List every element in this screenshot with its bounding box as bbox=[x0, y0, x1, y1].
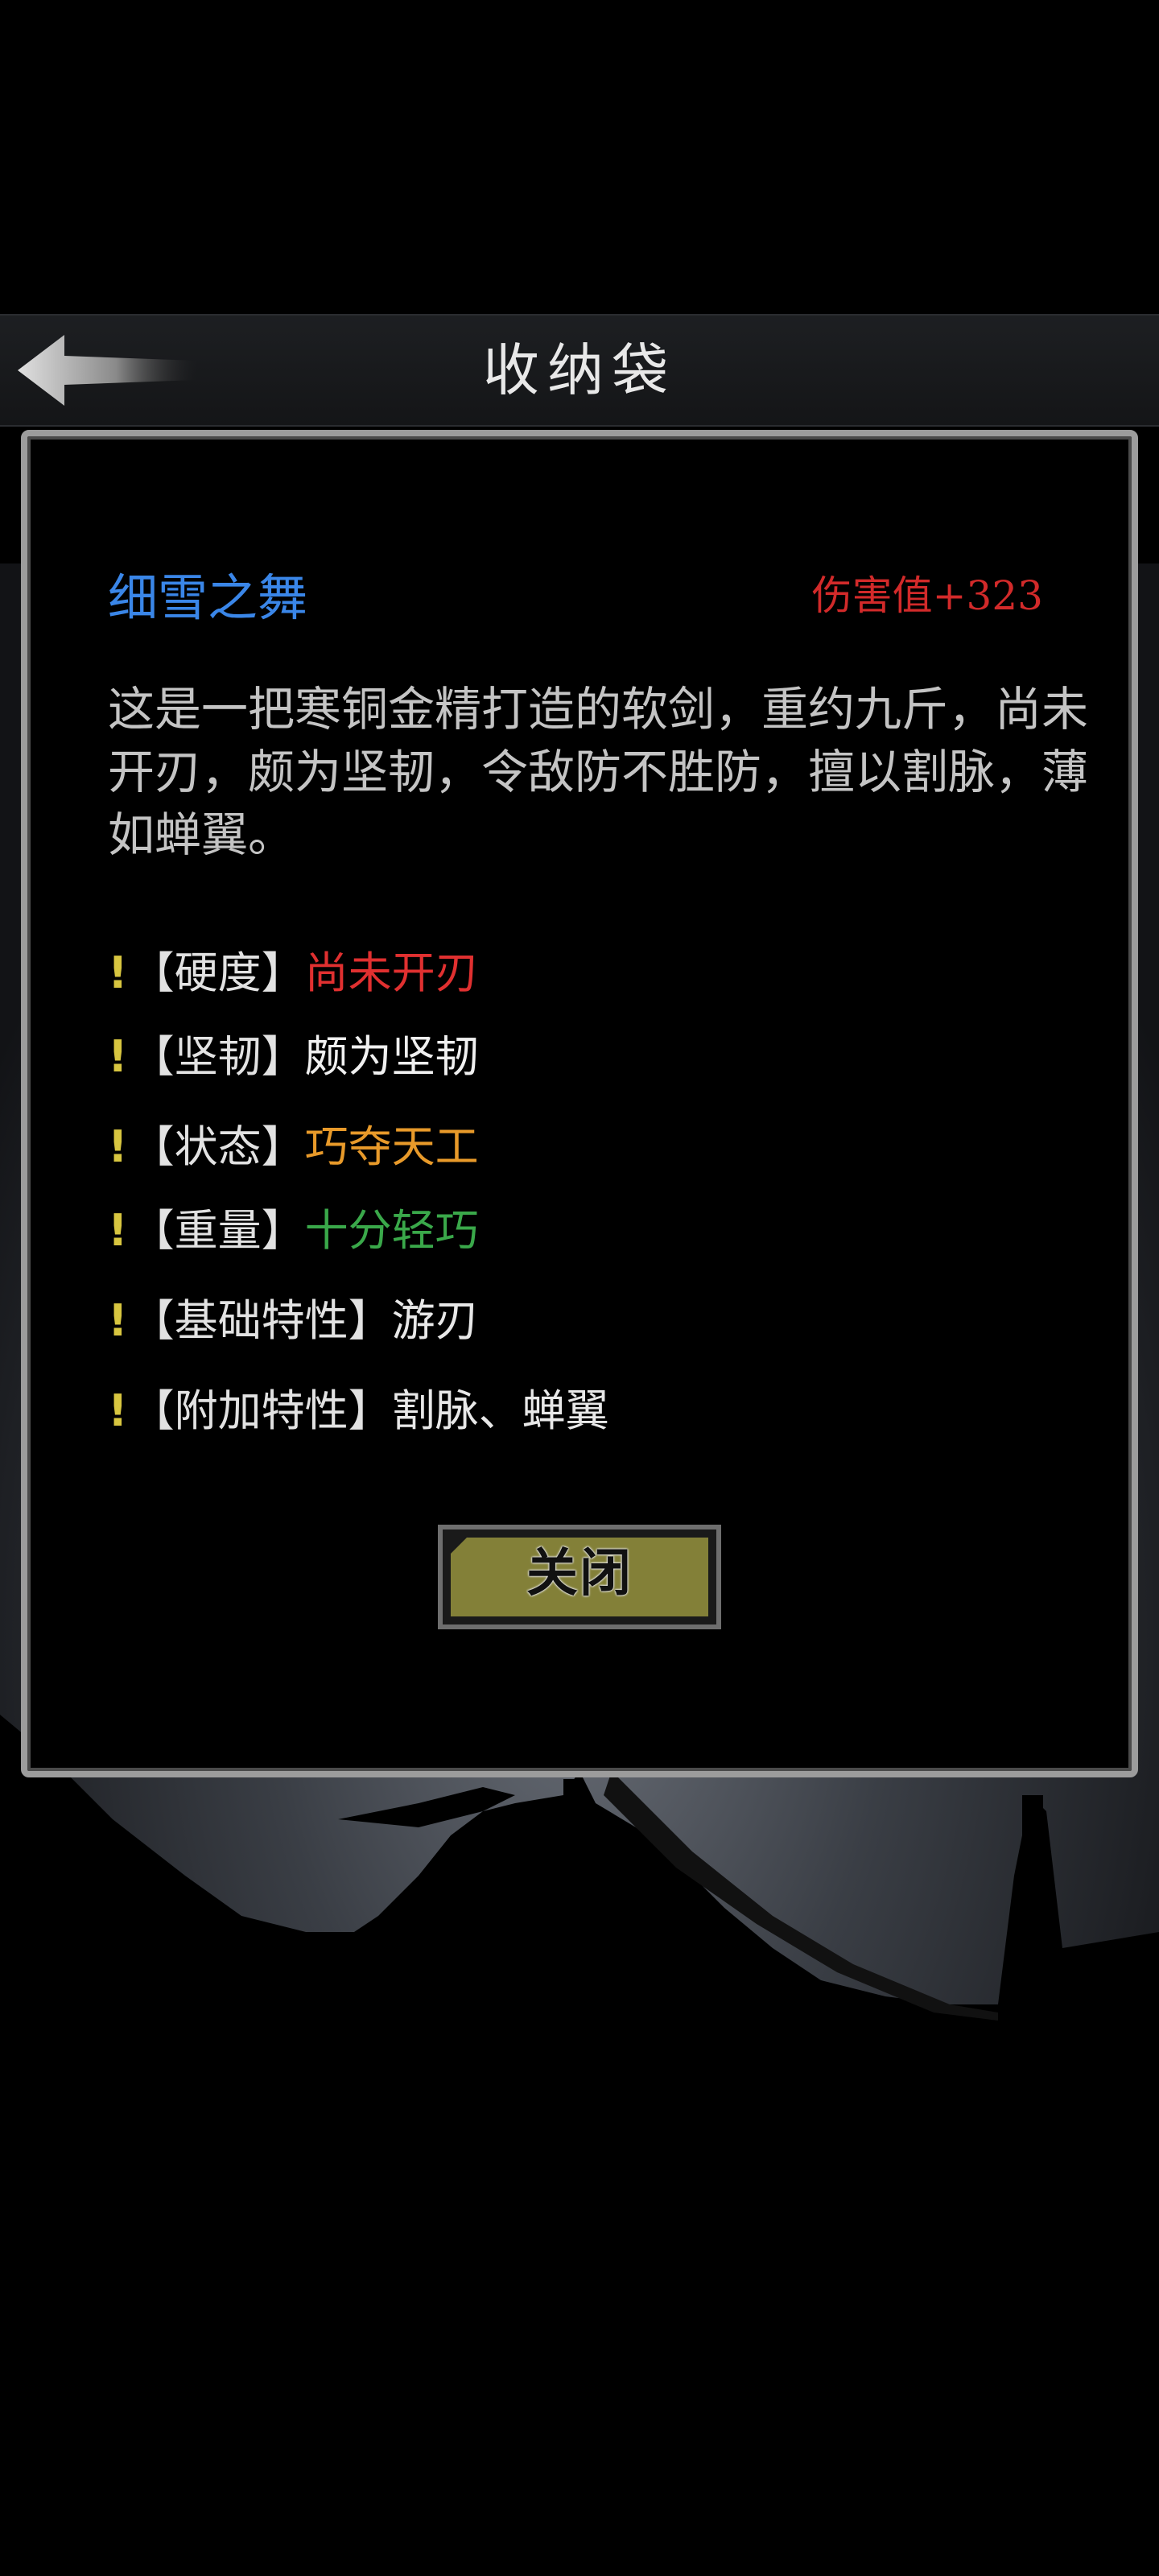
attribute-row-extra-trait: !【附加特性】割脉、蝉翼 bbox=[108, 1375, 609, 1439]
attribute-row-toughness: !【坚韧】颇为坚韧 bbox=[108, 1021, 479, 1084]
attribute-label: 【基础特性】 bbox=[130, 1295, 392, 1346]
page-title: 收纳袋 bbox=[483, 337, 676, 403]
close-button[interactable]: 关闭 bbox=[438, 1525, 721, 1629]
close-button-label: 关闭 bbox=[526, 1544, 633, 1604]
attribute-label: 【附加特性】 bbox=[130, 1385, 392, 1436]
attribute-value: 游刃 bbox=[391, 1295, 479, 1346]
exclamation-icon: ! bbox=[108, 1205, 128, 1256]
item-damage-value: 伤害值+323 bbox=[811, 572, 1043, 619]
attribute-value: 颇为坚韧 bbox=[304, 1031, 479, 1082]
item-description: 这是一把寒铜金精打造的软剑，重约九斤，尚未开刃，颇为坚韧，令敌防不胜防，擅以割脉… bbox=[108, 682, 1089, 862]
attribute-row-status: !【状态】巧夺天工 bbox=[108, 1111, 479, 1174]
game-screen: 收纳袋 细雪之舞 伤害值+323 这是一把寒铜金精打造的软剑，重约九斤，尚未开刃… bbox=[0, 0, 1159, 2576]
attribute-row-weight: !【重量】十分轻巧 bbox=[108, 1195, 479, 1258]
exclamation-icon: ! bbox=[108, 1385, 128, 1436]
attribute-value: 割脉、蝉翼 bbox=[391, 1385, 609, 1436]
attribute-label: 【重量】 bbox=[130, 1205, 305, 1256]
attribute-value: 十分轻巧 bbox=[304, 1205, 479, 1256]
header-bar: 收纳袋 bbox=[0, 314, 1159, 427]
item-detail-dialog: 细雪之舞 伤害值+323 这是一把寒铜金精打造的软剑，重约九斤，尚未开刃，颇为坚… bbox=[21, 430, 1138, 1777]
attribute-label: 【坚韧】 bbox=[130, 1031, 305, 1082]
attribute-label: 【硬度】 bbox=[130, 947, 305, 998]
exclamation-icon: ! bbox=[108, 1121, 128, 1172]
attribute-value: 尚未开刃 bbox=[304, 947, 479, 998]
exclamation-icon: ! bbox=[108, 1295, 128, 1346]
exclamation-icon: ! bbox=[108, 947, 128, 998]
attribute-row-hardness: !【硬度】尚未开刃 bbox=[108, 937, 479, 1001]
item-name: 细雪之舞 bbox=[108, 568, 308, 627]
attribute-value: 巧夺天工 bbox=[304, 1121, 479, 1172]
exclamation-icon: ! bbox=[108, 1031, 128, 1082]
attribute-label: 【状态】 bbox=[130, 1121, 305, 1172]
attribute-row-base-trait: !【基础特性】游刃 bbox=[108, 1285, 479, 1348]
